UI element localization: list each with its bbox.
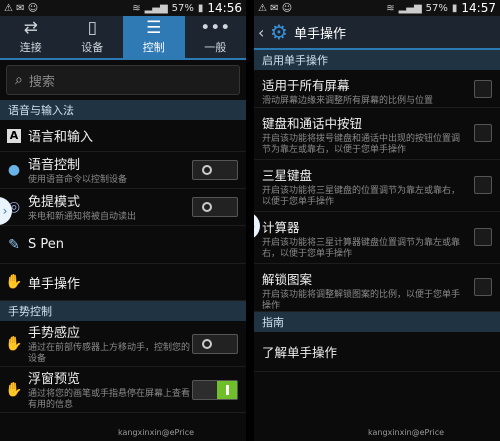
- hand-phone-icon: ✋: [5, 274, 23, 290]
- voice-control-toggle[interactable]: [192, 160, 238, 180]
- status-bar: ⚠ ✉ ☺ ≋ ▂▄▆ 57% ▮ 14:57: [254, 0, 500, 16]
- section-header-guide: 指南: [254, 312, 500, 332]
- battery-level: 57%: [171, 2, 194, 14]
- item-title: 语音控制: [28, 158, 81, 173]
- edge-handle-icon[interactable]: ›: [254, 212, 260, 240]
- notification-icons: ⚠ ✉ ☺: [258, 2, 293, 14]
- back-arrow-icon[interactable]: ‹: [258, 23, 270, 42]
- item-subtitle: 使用语音命令以控制设备: [28, 175, 128, 185]
- gear-icon: ⚙: [270, 20, 288, 44]
- list-item-one-hand[interactable]: ✋ 单手操作: [0, 264, 246, 301]
- list-item-unlock-pattern[interactable]: 解锁图案 开启该功能将调整解锁图案的比例，以便于您单手操作: [254, 264, 500, 312]
- item-subtitle: 开启该功能将三星计算器键盘位置调节为靠左或靠右，以便于您单手操作: [262, 238, 461, 259]
- hover-preview-icon: ✋: [5, 381, 23, 398]
- notification-icons: ⚠ ✉ ☺: [4, 2, 39, 14]
- item-subtitle: 来电和新通知将被自动读出: [28, 212, 137, 222]
- signal-icon: ▂▄▆: [144, 2, 168, 14]
- handsfree-toggle[interactable]: [192, 197, 238, 217]
- list-item-keypad-call[interactable]: 键盘和通话中按钮 开启该功能将拨号键盘和通话中出现的按钮位置调节为靠左或靠右，以…: [254, 108, 500, 160]
- microphone-icon: ●: [7, 162, 21, 178]
- list-item-spen[interactable]: ✎ S Pen: [0, 226, 246, 264]
- item-title: 了解单手操作: [262, 345, 338, 360]
- list-item-float-preview[interactable]: ✋ 浮窗预览 通过将您的画笔或手指悬停在屏幕上查看有用的信息: [0, 367, 246, 413]
- left-screen: ⚠ ✉ ☺ ≋ ▂▄▆ 57% ▮ 14:56 ⇄ 连接 ▯ 设备 ☰ 控制 •…: [0, 0, 246, 441]
- section-header-language: 语音与输入法: [0, 100, 246, 120]
- item-subtitle: 滑动屏幕边缘来调整所有屏幕的比例与位置: [262, 96, 434, 106]
- connect-icon: ⇄: [23, 18, 38, 38]
- item-title: 语言和输入: [28, 130, 94, 145]
- item-title: 适用于所有屏幕: [262, 78, 350, 93]
- section-header-gesture: 手势控制: [0, 301, 246, 321]
- item-subtitle: 通过在前部传感器上方移动手，控制您的设备: [28, 343, 191, 364]
- list-item-language-input[interactable]: A 语言和输入: [0, 120, 246, 152]
- item-title: 键盘和通话中按钮: [262, 116, 363, 131]
- tab-label: 一般: [204, 41, 227, 54]
- wifi-icon: ≋: [132, 2, 141, 14]
- watermark: kangxinxin@ePrice: [368, 428, 445, 437]
- unlock-pattern-checkbox[interactable]: [474, 278, 492, 296]
- page-header: ‹ ⚙ 单手操作: [254, 16, 500, 50]
- search-placeholder: 搜索: [28, 74, 55, 90]
- item-title: 单手操作: [28, 276, 81, 292]
- tab-connect[interactable]: ⇄ 连接: [0, 16, 62, 58]
- float-preview-toggle[interactable]: [192, 379, 238, 400]
- tab-label: 控制: [142, 41, 165, 54]
- item-subtitle: 开启该功能将拨号键盘和通话中出现的按钮位置调节为靠左或靠右，以便于您单手操作: [262, 134, 461, 155]
- item-subtitle: 通过将您的画笔或手指悬停在屏幕上查看有用的信息: [28, 389, 191, 410]
- list-item-learn-one-hand[interactable]: 了解单手操作: [254, 332, 500, 372]
- battery-icon: ▮: [197, 2, 204, 14]
- item-title: 解锁图案: [262, 272, 313, 287]
- section-header-enable: 启用单手操作: [254, 50, 500, 70]
- signal-icon: ▂▄▆: [398, 2, 422, 14]
- status-bar: ⚠ ✉ ☺ ≋ ▂▄▆ 57% ▮ 14:56: [0, 0, 246, 16]
- more-icon: •••: [200, 18, 231, 38]
- tab-label: 设备: [81, 41, 104, 54]
- hand-wave-icon: ✋: [5, 335, 23, 352]
- right-screen: ⚠ ✉ ☺ ≋ ▂▄▆ 57% ▮ 14:57 ‹ ⚙ 单手操作 启用单手操作 …: [254, 0, 500, 441]
- control-icon: ☰: [146, 18, 162, 38]
- language-icon: A: [7, 128, 21, 143]
- item-title: 免提模式: [28, 195, 81, 210]
- watermark: kangxinxin@ePrice: [118, 428, 195, 437]
- tab-control[interactable]: ☰ 控制: [123, 16, 185, 58]
- item-title: 计算器: [262, 220, 300, 235]
- clock: 14:57: [461, 1, 496, 15]
- item-title: S Pen: [28, 237, 64, 252]
- clock: 14:56: [207, 1, 242, 15]
- samsung-keyboard-checkbox[interactable]: [474, 176, 492, 194]
- device-icon: ▯: [87, 18, 97, 38]
- tab-device[interactable]: ▯ 设备: [62, 16, 124, 58]
- tab-label: 连接: [19, 41, 42, 54]
- tab-general[interactable]: ••• 一般: [185, 16, 247, 58]
- wifi-icon: ≋: [386, 2, 395, 14]
- list-item-gesture-sense[interactable]: ✋ 手势感应 通过在前部传感器上方移动手，控制您的设备: [0, 321, 246, 367]
- list-item-all-screens[interactable]: 适用于所有屏幕 滑动屏幕边缘来调整所有屏幕的比例与位置: [254, 70, 500, 108]
- keypad-call-checkbox[interactable]: [474, 124, 492, 142]
- item-title: 三星键盘: [262, 168, 313, 183]
- item-subtitle: 开启该功能将调整解锁图案的比例，以便于您单手操作: [262, 290, 461, 311]
- page-title: 单手操作: [293, 26, 346, 42]
- gesture-sense-toggle[interactable]: [192, 333, 238, 354]
- spen-icon: ✎: [8, 236, 20, 253]
- item-subtitle: 开启该功能将三星键盘的位置调节为靠左或靠右，以便于您单手操作: [262, 186, 461, 207]
- list-item-samsung-keyboard[interactable]: 三星键盘 开启该功能将三星键盘的位置调节为靠左或靠右，以便于您单手操作: [254, 160, 500, 212]
- item-title: 浮窗预览: [28, 372, 81, 387]
- battery-level: 57%: [425, 2, 448, 14]
- list-item-handsfree[interactable]: ◎ 免提模式 来电和新通知将被自动读出 ›: [0, 189, 246, 226]
- settings-tabs: ⇄ 连接 ▯ 设备 ☰ 控制 ••• 一般: [0, 16, 246, 60]
- list-item-calculator[interactable]: 计算器 开启该功能将三星计算器键盘位置调节为靠左或靠右，以便于您单手操作 ›: [254, 212, 500, 264]
- calculator-checkbox[interactable]: [474, 228, 492, 246]
- item-title: 手势感应: [28, 326, 81, 341]
- search-input[interactable]: ⌕ 搜索: [6, 65, 240, 95]
- search-icon: ⌕: [15, 72, 23, 88]
- list-item-voice-control[interactable]: ● 语音控制 使用语音命令以控制设备: [0, 152, 246, 189]
- search-bar: ⌕ 搜索: [0, 60, 246, 100]
- all-screens-checkbox[interactable]: [474, 80, 492, 98]
- battery-icon: ▮: [451, 2, 458, 14]
